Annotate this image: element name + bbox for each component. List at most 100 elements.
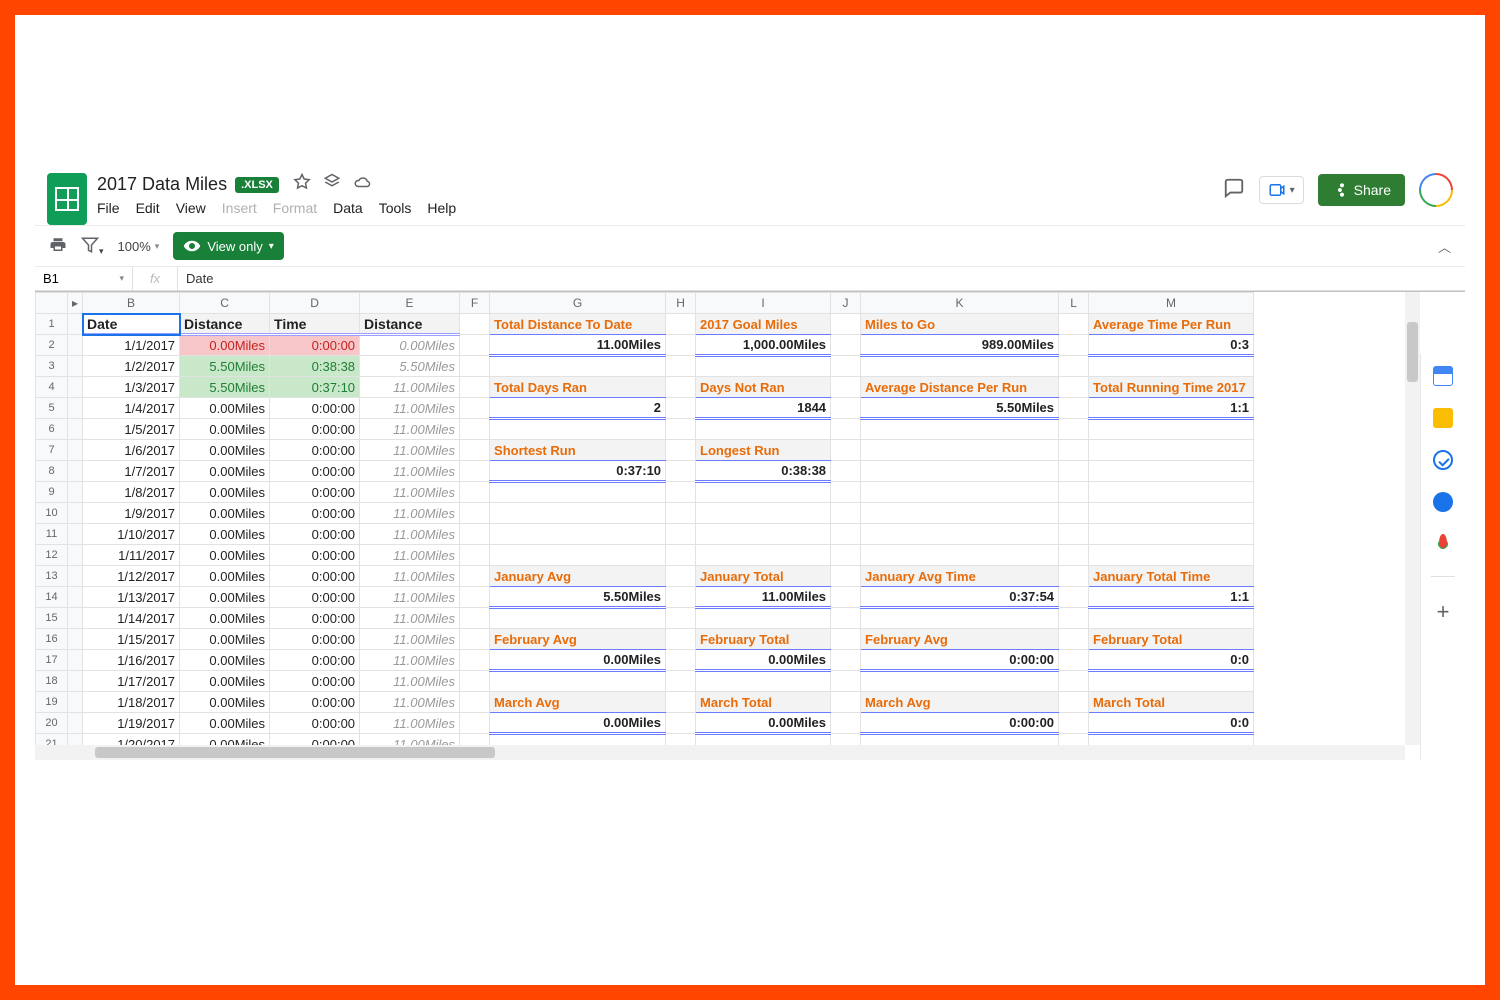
cell[interactable]: 1/1/2017	[83, 335, 180, 356]
cell[interactable]: 0.00Miles	[180, 566, 270, 587]
cell[interactable]: 11.00Miles	[360, 671, 460, 692]
cell[interactable]	[490, 671, 666, 692]
menu-data[interactable]: Data	[333, 200, 363, 216]
cell[interactable]	[666, 398, 696, 419]
cell[interactable]: 0.00Miles	[180, 545, 270, 566]
cell[interactable]	[460, 503, 490, 524]
cell[interactable]: 0:00:00	[861, 713, 1059, 734]
cell[interactable]	[831, 335, 861, 356]
row-header[interactable]: 20	[36, 713, 68, 734]
add-addon-icon[interactable]: +	[1437, 599, 1450, 625]
cell[interactable]: 1/18/2017	[83, 692, 180, 713]
cell[interactable]	[68, 335, 83, 356]
row-header[interactable]: 21	[36, 734, 68, 746]
cell[interactable]: 11.00Miles	[360, 398, 460, 419]
cell[interactable]: 11.00Miles	[360, 734, 460, 746]
col-header-arrow[interactable]: ▸	[68, 293, 83, 314]
cell[interactable]: 11.00Miles	[360, 419, 460, 440]
cell[interactable]: 0:00:00	[270, 545, 360, 566]
cell[interactable]: 1/6/2017	[83, 440, 180, 461]
cell[interactable]	[460, 524, 490, 545]
cell[interactable]: 2	[490, 398, 666, 419]
cell[interactable]	[696, 503, 831, 524]
row-header[interactable]: 10	[36, 503, 68, 524]
cell[interactable]	[666, 566, 696, 587]
cell[interactable]: 11.00Miles	[360, 608, 460, 629]
document-title[interactable]: 2017 Data Miles	[97, 174, 227, 195]
select-all-corner[interactable]	[36, 293, 68, 314]
cell[interactable]: 1/5/2017	[83, 419, 180, 440]
collapse-toolbar-icon[interactable]: ︿	[1438, 237, 1451, 256]
cell[interactable]	[831, 524, 861, 545]
cell[interactable]: 0.00Miles	[490, 713, 666, 734]
cell[interactable]: 0:37:10	[490, 461, 666, 482]
cell[interactable]	[666, 419, 696, 440]
col-header-J[interactable]: J	[831, 293, 861, 314]
cell[interactable]	[861, 482, 1059, 503]
col-header-D[interactable]: D	[270, 293, 360, 314]
cell[interactable]	[696, 482, 831, 503]
cell[interactable]: Average Distance Per Run	[861, 377, 1059, 398]
cell[interactable]: Average Time Per Run	[1089, 314, 1254, 335]
col-header-M[interactable]: M	[1089, 293, 1254, 314]
cell[interactable]: Total Running Time 2017	[1089, 377, 1254, 398]
cell[interactable]: 0:00:00	[861, 650, 1059, 671]
cell[interactable]	[490, 503, 666, 524]
cell[interactable]	[490, 482, 666, 503]
cell[interactable]: 0.00Miles	[180, 650, 270, 671]
cell[interactable]: February Avg	[490, 629, 666, 650]
cell[interactable]	[666, 713, 696, 734]
cell[interactable]	[666, 524, 696, 545]
cell[interactable]	[861, 734, 1059, 746]
cell[interactable]: 0.00Miles	[180, 587, 270, 608]
cell[interactable]	[831, 671, 861, 692]
cell[interactable]: 11.00Miles	[360, 713, 460, 734]
cell[interactable]: 1/2/2017	[83, 356, 180, 377]
cell[interactable]: 0:00:00	[270, 587, 360, 608]
cell[interactable]	[1089, 734, 1254, 746]
cell[interactable]	[1059, 692, 1089, 713]
cell[interactable]: 1/14/2017	[83, 608, 180, 629]
cell[interactable]	[1089, 503, 1254, 524]
star-icon[interactable]	[293, 173, 311, 196]
cell[interactable]	[460, 671, 490, 692]
cell[interactable]: Longest Run	[696, 440, 831, 461]
cell[interactable]	[68, 566, 83, 587]
cell[interactable]	[490, 734, 666, 746]
col-header-I[interactable]: I	[696, 293, 831, 314]
menu-format[interactable]: Format	[273, 200, 317, 216]
cell[interactable]	[666, 377, 696, 398]
cell[interactable]	[666, 629, 696, 650]
cell[interactable]: Distance	[180, 314, 270, 335]
cell[interactable]: 1/11/2017	[83, 545, 180, 566]
cell[interactable]	[68, 503, 83, 524]
cell[interactable]: 1:1	[1089, 398, 1254, 419]
cell[interactable]	[460, 566, 490, 587]
col-header-E[interactable]: E	[360, 293, 460, 314]
cell[interactable]	[1059, 335, 1089, 356]
cell[interactable]: March Total	[1089, 692, 1254, 713]
cell[interactable]: Shortest Run	[490, 440, 666, 461]
cell[interactable]	[460, 629, 490, 650]
cell[interactable]: 1/3/2017	[83, 377, 180, 398]
col-header-H[interactable]: H	[666, 293, 696, 314]
cell[interactable]: 0:00:00	[270, 734, 360, 746]
cell[interactable]: 0.00Miles	[696, 713, 831, 734]
cell[interactable]: 0.00Miles	[180, 713, 270, 734]
view-only-button[interactable]: View only ▾	[173, 232, 283, 260]
cell[interactable]: 0.00Miles	[180, 734, 270, 746]
cell[interactable]	[460, 482, 490, 503]
cell[interactable]: 0:00:00	[270, 503, 360, 524]
cell[interactable]: 0:00:00	[270, 482, 360, 503]
cell[interactable]: 11.00Miles	[360, 545, 460, 566]
cell[interactable]: February Total	[696, 629, 831, 650]
cell[interactable]: 0:38:38	[696, 461, 831, 482]
cell[interactable]	[666, 503, 696, 524]
menu-tools[interactable]: Tools	[379, 200, 412, 216]
cell[interactable]	[460, 356, 490, 377]
cell[interactable]: 11.00Miles	[360, 482, 460, 503]
cell[interactable]	[460, 440, 490, 461]
cell[interactable]: 0:00:00	[270, 419, 360, 440]
cell[interactable]: Time	[270, 314, 360, 335]
cell[interactable]: Date	[83, 314, 180, 335]
